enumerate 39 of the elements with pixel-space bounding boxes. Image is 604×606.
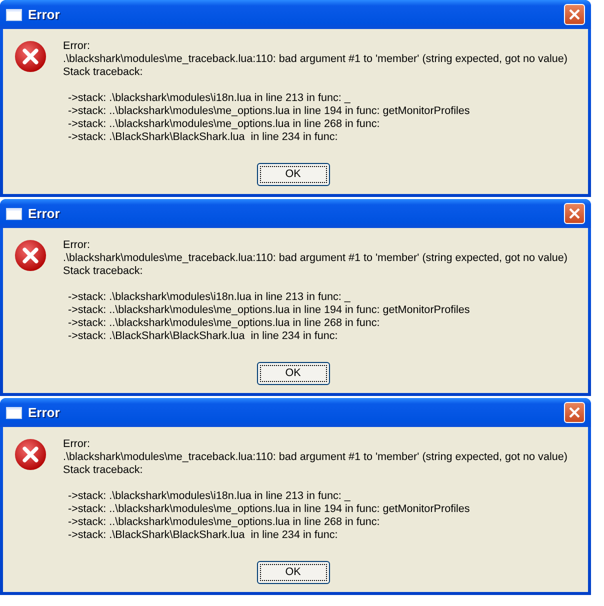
close-icon xyxy=(568,8,581,21)
stack-line: ->stack: ..\blackshark\modules\me_options.lua in line 268 in func: xyxy=(68,317,381,330)
stack-line: ->stack: .\BlackShark\BlackShark.lua in line 234 in func: xyxy=(68,131,339,144)
close-button[interactable] xyxy=(564,402,585,423)
stack-line: ->stack: .\blackshark\modules\i18n.lua in line 213 in func: _ xyxy=(68,291,352,304)
ok-button[interactable]: OK xyxy=(256,561,330,584)
stack-line: ->stack: ..\blackshark\modules\me_options.lua in line 194 in func: getMonitorProfiles xyxy=(68,304,471,317)
close-icon xyxy=(568,406,581,419)
error-icon xyxy=(14,438,47,471)
error-message: Stack traceback: xyxy=(63,464,144,477)
error-message: .\blackshark\modules\me_traceback.lua:110: bad argument #1 to 'member' (string expected, got no value) xyxy=(63,252,568,265)
stack-line: ->stack: .\BlackShark\BlackShark.lua in line 234 in func: xyxy=(68,529,339,542)
window-icon xyxy=(6,208,22,220)
error-message: .\blackshark\modules\me_traceback.lua:110: bad argument #1 to 'member' (string expected, got no value) xyxy=(63,53,568,66)
close-button[interactable] xyxy=(564,203,585,224)
stack-line: ->stack: ..\blackshark\modules\me_options.lua in line 194 in func: getMonitorProfiles xyxy=(68,503,471,516)
stack-line: ->stack: .\BlackShark\BlackShark.lua in line 234 in func: xyxy=(68,330,339,343)
ok-button[interactable]: OK xyxy=(256,163,330,186)
stack-line: ->stack: ..\blackshark\modules\me_options.lua in line 268 in func: xyxy=(68,516,381,529)
error-message: .\blackshark\modules\me_traceback.lua:110: bad argument #1 to 'member' (string expected, got no value) xyxy=(63,451,568,464)
window-title: Error xyxy=(28,405,61,420)
stack-line: ->stack: ..\blackshark\modules\me_options.lua in line 268 in func: xyxy=(68,118,381,131)
error-message: Error: xyxy=(63,40,91,53)
stack-line: ->stack: .\blackshark\modules\i18n.lua in line 213 in func: _ xyxy=(68,490,352,503)
close-icon xyxy=(568,207,581,220)
error-message: Stack traceback: xyxy=(63,265,144,278)
error-message: Error: xyxy=(63,438,91,451)
error-icon xyxy=(14,239,47,272)
close-button[interactable] xyxy=(564,4,585,25)
window-title: Error xyxy=(28,206,61,221)
window-icon xyxy=(6,8,22,20)
stack-line: ->stack: ..\blackshark\modules\me_options.lua in line 194 in func: getMonitorProfiles xyxy=(68,105,471,118)
stack-line: ->stack: .\blackshark\modules\i18n.lua in line 213 in func: _ xyxy=(68,92,352,105)
ok-button[interactable]: OK xyxy=(256,362,330,385)
error-message: Stack traceback: xyxy=(63,66,144,79)
window-title: Error xyxy=(28,7,61,22)
error-icon xyxy=(14,40,47,73)
error-message: Error: xyxy=(63,239,91,252)
window-icon xyxy=(6,406,22,418)
